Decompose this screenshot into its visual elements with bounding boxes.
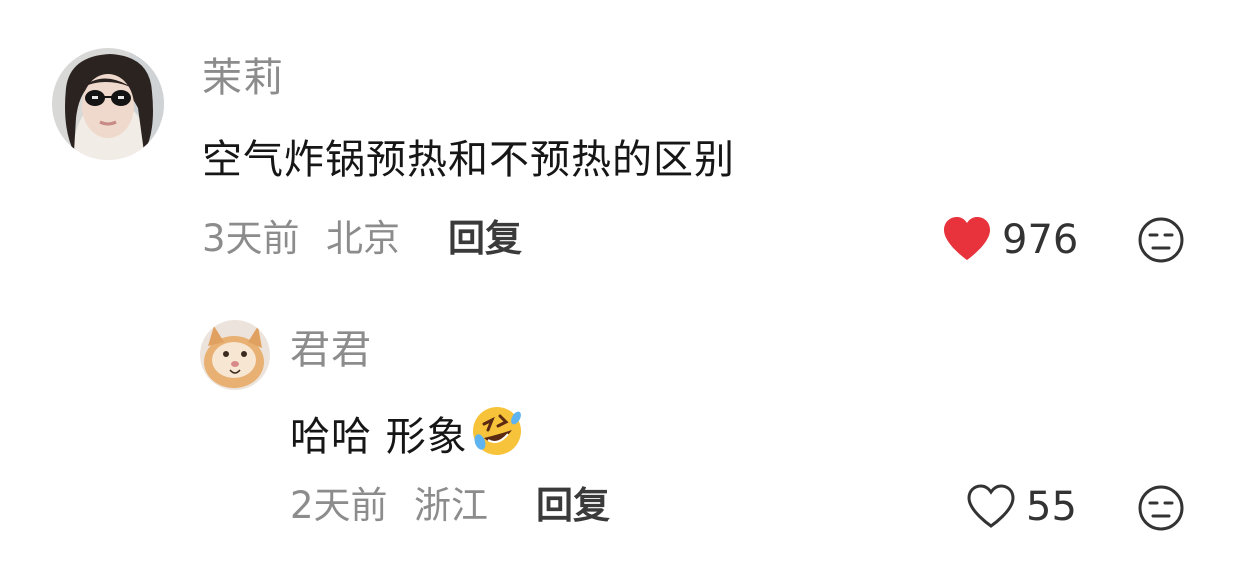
reply-text-content: 哈哈 形象 <box>290 414 468 460</box>
reply-button[interactable]: 回复 <box>448 220 522 257</box>
comment-location: 北京 <box>326 217 400 260</box>
comment-time: 3天前 <box>202 217 300 260</box>
heart-outline-icon[interactable] <box>966 484 1016 530</box>
reply-time: 2天前 <box>290 484 388 527</box>
like-count: 976 <box>1002 217 1079 263</box>
woman-sunglasses-avatar <box>52 48 164 160</box>
cat-avatar <box>200 320 270 390</box>
avatar[interactable] <box>200 320 270 390</box>
like-count: 55 <box>1026 484 1077 530</box>
username[interactable]: 茉莉 <box>202 58 284 98</box>
avatar[interactable] <box>52 48 164 160</box>
reply-button[interactable]: 回复 <box>536 487 610 524</box>
neutral-face-icon[interactable] <box>1137 484 1185 532</box>
rolling-on-floor-laughing-emoji <box>470 404 524 458</box>
comment-text: 空气炸锅预热和不预热的区别 <box>202 137 735 183</box>
heart-filled-icon[interactable] <box>942 216 992 262</box>
neutral-face-icon[interactable] <box>1137 216 1185 264</box>
reply-text: 哈哈 形象 <box>290 404 524 458</box>
username[interactable]: 君君 <box>290 330 372 370</box>
reply-location: 浙江 <box>414 484 488 527</box>
